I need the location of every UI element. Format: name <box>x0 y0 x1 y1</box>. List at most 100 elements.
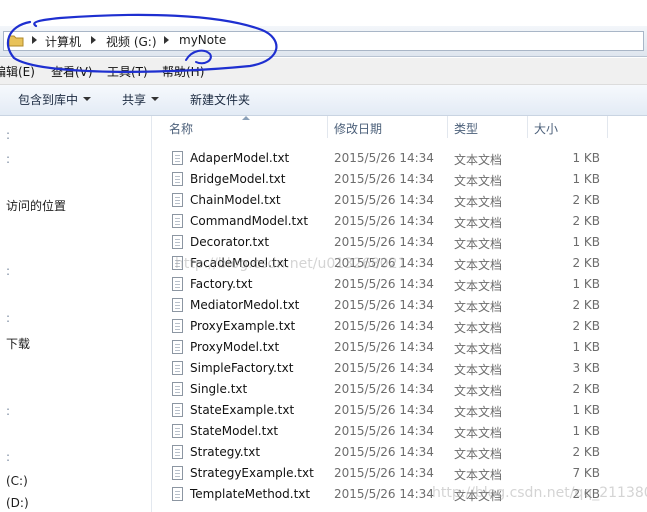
chevron-right-icon[interactable] <box>91 36 96 44</box>
text-file-icon <box>172 382 183 396</box>
file-size: 2 KB <box>572 445 600 459</box>
file-type: 文本文档 <box>454 384 503 398</box>
file-name: StrategyExample.txt <box>190 466 314 480</box>
file-size: 1 KB <box>572 172 600 186</box>
nav-item-edge: : <box>6 404 11 418</box>
text-file-icon <box>172 298 183 312</box>
table-row[interactable]: AdaperModel.txt 2015/5/26 14:34 文本文档 1 KB <box>155 148 643 169</box>
new-folder-button[interactable]: 新建文件夹 <box>190 91 250 108</box>
table-row[interactable]: SimpleFactory.txt 2015/5/26 14:34 文本文档 3 KB <box>155 358 643 379</box>
table-row[interactable]: StateExample.txt 2015/5/26 14:34 文本文档 1 KB <box>155 400 643 421</box>
table-row[interactable]: ProxyExample.txt 2015/5/26 14:34 文本文档 2 KB <box>155 316 643 337</box>
file-size: 2 KB <box>572 382 600 396</box>
nav-item-recent-places[interactable]: 访问的位置 <box>6 197 66 214</box>
text-file-icon <box>172 151 183 165</box>
file-name: StateExample.txt <box>190 403 295 417</box>
text-file-icon <box>172 277 183 291</box>
breadcrumb-computer[interactable]: 计算机 <box>45 33 81 50</box>
table-row[interactable]: ProxyModel.txt 2015/5/26 14:34 文本文档 1 KB <box>155 337 643 358</box>
file-date: 2015/5/26 14:34 <box>334 277 434 291</box>
column-header-size[interactable]: 大小 <box>534 120 558 137</box>
file-size: 3 KB <box>572 361 600 375</box>
breadcrumb-drive-g[interactable]: 视频 (G:) <box>106 33 157 50</box>
file-type: 文本文档 <box>454 195 503 209</box>
nav-item-drive-d[interactable]: (D:) <box>6 496 29 510</box>
file-date: 2015/5/26 14:34 <box>334 298 434 312</box>
file-name: Strategy.txt <box>190 445 261 459</box>
watermark-text: http://blog.csdn.net/qq_21138021 <box>432 485 647 501</box>
file-size: 2 KB <box>572 256 600 270</box>
table-row[interactable]: Factory.txt 2015/5/26 14:34 文本文档 1 KB <box>155 274 643 295</box>
file-date: 2015/5/26 14:34 <box>334 193 434 207</box>
column-header-name[interactable]: 名称 <box>169 120 193 137</box>
file-date: 2015/5/26 14:34 <box>334 403 434 417</box>
column-header-type[interactable]: 类型 <box>454 120 478 137</box>
file-date: 2015/5/26 14:34 <box>334 424 434 438</box>
file-type: 文本文档 <box>454 405 503 419</box>
include-in-library-button[interactable]: 包含到库中 <box>18 91 78 108</box>
column-divider[interactable] <box>607 116 608 138</box>
nav-item-edge: : <box>6 128 11 142</box>
file-size: 1 KB <box>572 235 600 249</box>
caret-down-icon[interactable] <box>83 97 91 101</box>
table-row[interactable]: Decorator.txt 2015/5/26 14:34 文本文档 1 KB <box>155 232 643 253</box>
address-box[interactable] <box>3 31 644 51</box>
menu-help[interactable]: 帮助(H) <box>162 63 204 80</box>
file-name: SimpleFactory.txt <box>190 361 294 375</box>
menu-edit[interactable]: 编辑(E) <box>0 63 35 80</box>
file-type: 文本文档 <box>454 258 503 272</box>
text-file-icon <box>172 193 183 207</box>
command-toolbar <box>0 85 647 116</box>
file-type: 文本文档 <box>454 153 503 167</box>
table-row[interactable]: ChainModel.txt 2015/5/26 14:34 文本文档 2 KB <box>155 190 643 211</box>
file-name: MediatorMedol.txt <box>190 298 300 312</box>
nav-item-drive-c[interactable]: (C:) <box>6 474 28 488</box>
navigation-pane <box>0 116 152 512</box>
file-name: Factory.txt <box>190 277 253 291</box>
file-size: 2 KB <box>572 319 600 333</box>
file-type: 文本文档 <box>454 321 503 335</box>
file-date: 2015/5/26 14:34 <box>334 487 434 501</box>
file-name: Decorator.txt <box>190 235 270 249</box>
file-name: AdaperModel.txt <box>190 151 290 165</box>
file-size: 1 KB <box>572 277 600 291</box>
column-divider[interactable] <box>447 116 448 138</box>
file-name: BridgeModel.txt <box>190 172 286 186</box>
text-file-icon <box>172 319 183 333</box>
menu-view[interactable]: 查看(V) <box>51 63 93 80</box>
text-file-icon <box>172 424 183 438</box>
column-header-date[interactable]: 修改日期 <box>334 120 382 137</box>
table-row[interactable]: Single.txt 2015/5/26 14:34 文本文档 2 KB <box>155 379 643 400</box>
chevron-right-icon[interactable] <box>32 36 37 44</box>
file-date: 2015/5/26 14:34 <box>334 445 434 459</box>
nav-item-downloads[interactable]: 下载 <box>6 335 30 352</box>
caret-down-icon[interactable] <box>151 97 159 101</box>
file-type: 文本文档 <box>454 279 503 293</box>
file-size: 2 KB <box>572 298 600 312</box>
table-row[interactable]: Strategy.txt 2015/5/26 14:34 文本文档 2 KB <box>155 442 643 463</box>
file-name: ChainModel.txt <box>190 193 281 207</box>
table-row[interactable]: StrategyExample.txt 2015/5/26 14:34 文本文档 7 … <box>155 463 643 484</box>
text-file-icon <box>172 445 183 459</box>
file-name: CommandModel.txt <box>190 214 309 228</box>
file-date: 2015/5/26 14:34 <box>334 214 434 228</box>
column-divider[interactable] <box>327 116 328 138</box>
menu-tools[interactable]: 工具(T) <box>107 63 148 80</box>
share-button[interactable]: 共享 <box>122 91 146 108</box>
table-row[interactable]: StateModel.txt 2015/5/26 14:34 文本文档 1 KB <box>155 421 643 442</box>
table-row[interactable]: CommandModel.txt 2015/5/26 14:34 文本文档 2 KB <box>155 211 643 232</box>
breadcrumb-mynote[interactable]: myNote <box>179 33 226 47</box>
chevron-right-icon[interactable] <box>164 36 169 44</box>
file-name: ProxyExample.txt <box>190 319 296 333</box>
column-divider[interactable] <box>527 116 528 138</box>
table-row[interactable]: MediatorMedol.txt 2015/5/26 14:34 文本文档 2 KB <box>155 295 643 316</box>
table-row[interactable]: BridgeModel.txt 2015/5/26 14:34 文本文档 1 KB <box>155 169 643 190</box>
menu-bar <box>0 58 647 85</box>
file-size: 1 KB <box>572 424 600 438</box>
text-file-icon <box>172 466 183 480</box>
file-date: 2015/5/26 14:34 <box>334 382 434 396</box>
file-date: 2015/5/26 14:34 <box>334 172 434 186</box>
file-date: 2015/5/26 14:34 <box>334 319 434 333</box>
nav-item-edge: : <box>6 152 11 166</box>
file-name: Single.txt <box>190 382 248 396</box>
